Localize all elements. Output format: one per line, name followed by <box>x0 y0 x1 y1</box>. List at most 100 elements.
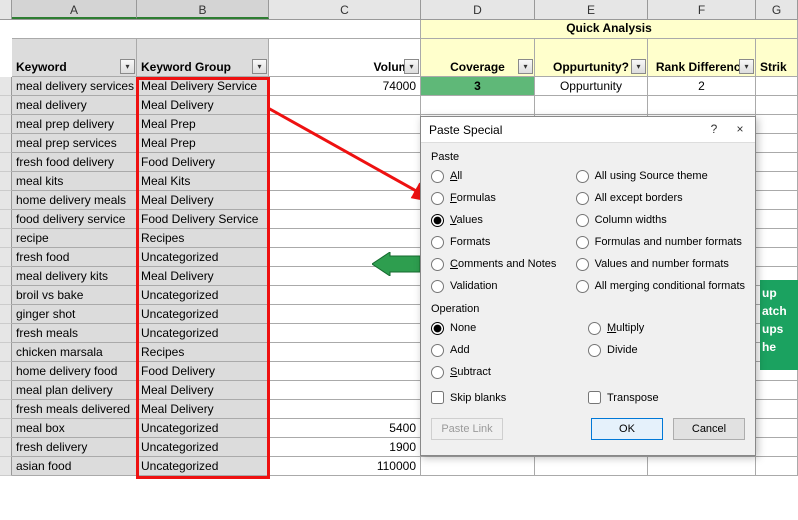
row-header[interactable] <box>0 324 12 343</box>
cell-keyword[interactable]: meal delivery kits <box>12 267 137 286</box>
cell-strik[interactable] <box>756 438 798 457</box>
row-header[interactable] <box>0 305 12 324</box>
cell-volume[interactable] <box>269 115 421 134</box>
filter-button-icon[interactable]: ▾ <box>120 59 135 74</box>
row-header[interactable] <box>0 248 12 267</box>
cell-group[interactable]: Food Delivery <box>137 153 269 172</box>
cell-group[interactable]: Meal Delivery <box>137 267 269 286</box>
cell-keyword[interactable]: meal plan delivery <box>12 381 137 400</box>
dialog-titlebar[interactable]: Paste Special ? × <box>421 117 755 143</box>
cell-keyword[interactable]: meal delivery services <box>12 77 137 96</box>
cell-volume[interactable] <box>269 400 421 419</box>
cell-volume[interactable] <box>269 153 421 172</box>
header-oppurtunity[interactable]: Oppurtunity? ▾ <box>535 39 648 77</box>
cell-strik[interactable] <box>756 153 798 172</box>
cell-group[interactable]: Uncategorized <box>137 248 269 267</box>
cell-group[interactable]: Meal Delivery <box>137 400 269 419</box>
header-volume[interactable]: Volume ▾ <box>269 39 421 77</box>
col-header-e[interactable]: E <box>535 0 648 19</box>
cancel-button[interactable]: Cancel <box>673 418 745 440</box>
cell-oppurtunity[interactable]: Oppurtunity <box>535 77 648 96</box>
cell-group[interactable]: Food Delivery <box>137 362 269 381</box>
radio-op-none[interactable] <box>431 322 444 335</box>
cell-keyword[interactable]: fresh meals delivered <box>12 400 137 419</box>
radio-comments[interactable] <box>431 258 444 271</box>
radio-widths[interactable] <box>576 214 589 227</box>
header-coverage[interactable]: Coverage ▾ <box>421 39 535 77</box>
cell-keyword[interactable]: ginger shot <box>12 305 137 324</box>
ok-button[interactable]: OK <box>591 418 663 440</box>
cell-coverage[interactable] <box>421 96 535 115</box>
radio-formulas[interactable] <box>431 192 444 205</box>
radio-op-add[interactable] <box>431 344 444 357</box>
cell-volume[interactable] <box>269 229 421 248</box>
cell-oppurtunity[interactable] <box>535 457 648 476</box>
cell-keyword[interactable]: chicken marsala <box>12 343 137 362</box>
cell-strik[interactable] <box>756 77 798 96</box>
filter-button-icon[interactable]: ▾ <box>252 59 267 74</box>
filter-button-icon[interactable]: ▾ <box>518 59 533 74</box>
cell-keyword[interactable]: broil vs bake <box>12 286 137 305</box>
cell-strik[interactable] <box>756 96 798 115</box>
cell-strik[interactable] <box>756 191 798 210</box>
cell-group[interactable]: Uncategorized <box>137 457 269 476</box>
cell-keyword[interactable]: meal box <box>12 419 137 438</box>
cell-rankdiff[interactable] <box>648 96 756 115</box>
header-keyword[interactable]: Keyword ▾ <box>12 39 137 77</box>
cell-volume[interactable]: 74000 <box>269 77 421 96</box>
row-header[interactable] <box>0 134 12 153</box>
col-header-f[interactable]: F <box>648 0 756 19</box>
row-header[interactable] <box>0 191 12 210</box>
cell-rankdiff[interactable]: 2 <box>648 77 756 96</box>
cell-group[interactable]: Meal Delivery Service <box>137 77 269 96</box>
cell-group[interactable]: Recipes <box>137 229 269 248</box>
row-header[interactable] <box>0 210 12 229</box>
cell-volume[interactable] <box>269 267 421 286</box>
cell-volume[interactable] <box>269 134 421 153</box>
cell-keyword[interactable]: fresh food <box>12 248 137 267</box>
cell-group[interactable]: Uncategorized <box>137 438 269 457</box>
radio-op-multiply[interactable] <box>588 322 601 335</box>
cell-volume[interactable] <box>269 191 421 210</box>
row-header[interactable] <box>0 457 12 476</box>
select-all-corner[interactable] <box>0 0 12 19</box>
radio-op-divide[interactable] <box>588 344 601 357</box>
row-header[interactable] <box>0 286 12 305</box>
radio-fnum[interactable] <box>576 236 589 249</box>
cell-volume[interactable]: 1900 <box>269 438 421 457</box>
cell-coverage[interactable] <box>421 457 535 476</box>
radio-theme[interactable] <box>576 170 589 183</box>
filter-button-icon[interactable]: ▾ <box>739 59 754 74</box>
radio-all[interactable] <box>431 170 444 183</box>
cell-volume[interactable] <box>269 210 421 229</box>
cell-group[interactable]: Uncategorized <box>137 419 269 438</box>
cell-volume[interactable] <box>269 172 421 191</box>
cell-coverage[interactable]: 3 <box>421 77 535 96</box>
cell-group[interactable]: Meal Delivery <box>137 381 269 400</box>
cell-keyword[interactable]: meal delivery <box>12 96 137 115</box>
cell-keyword[interactable]: meal kits <box>12 172 137 191</box>
help-button[interactable]: ? <box>701 119 727 141</box>
cell-keyword[interactable]: home delivery food <box>12 362 137 381</box>
col-header-a[interactable]: A <box>12 0 137 19</box>
cell-keyword[interactable]: meal prep services <box>12 134 137 153</box>
cell-keyword[interactable]: home delivery meals <box>12 191 137 210</box>
cell-volume[interactable] <box>269 324 421 343</box>
cell-volume[interactable] <box>269 343 421 362</box>
col-header-c[interactable]: C <box>269 0 421 19</box>
row-header[interactable] <box>0 153 12 172</box>
cell-keyword[interactable]: recipe <box>12 229 137 248</box>
cell-group[interactable]: Meal Prep <box>137 115 269 134</box>
cell-strik[interactable] <box>756 134 798 153</box>
cell-strik[interactable] <box>756 229 798 248</box>
row-header[interactable] <box>0 96 12 115</box>
cell-group[interactable]: Meal Delivery <box>137 191 269 210</box>
cell-group[interactable]: Uncategorized <box>137 324 269 343</box>
header-strik[interactable]: Strik <box>756 39 798 77</box>
filter-button-icon[interactable]: ▾ <box>404 59 419 74</box>
cell-volume[interactable]: 110000 <box>269 457 421 476</box>
row-header[interactable] <box>0 115 12 134</box>
row-header[interactable] <box>0 172 12 191</box>
cell-volume[interactable] <box>269 381 421 400</box>
checkbox-transpose[interactable] <box>588 391 601 404</box>
